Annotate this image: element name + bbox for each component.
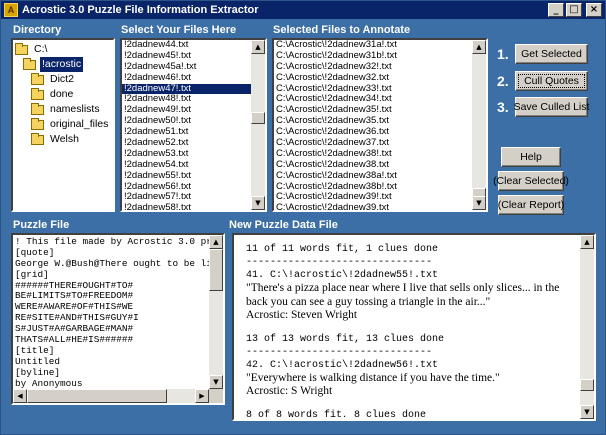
- selected-file-item[interactable]: C:\Acrostic\!2dadnew38a!.txt: [274, 170, 472, 182]
- report-line: Acrostic: Steven Wright: [246, 309, 358, 321]
- folder-icon: [31, 87, 44, 100]
- file-list-item[interactable]: !2dadnew58!.txt: [122, 202, 251, 210]
- scroll-thumb[interactable]: [209, 249, 223, 291]
- report-line: -------------------------------: [246, 346, 433, 358]
- directory-item[interactable]: Welsh: [15, 132, 111, 147]
- scroll-thumb[interactable]: [251, 112, 265, 124]
- directory-item[interactable]: original_files: [15, 117, 111, 132]
- file-list-item[interactable]: !2dadnew46!.txt: [122, 72, 251, 84]
- selected-files-label: Selected Files to Annotate: [273, 24, 411, 36]
- scroll-left-icon[interactable]: ◀: [13, 389, 27, 403]
- directory-item[interactable]: !acrostic: [15, 57, 111, 72]
- report-line: 41. C:\!acrostic\!2dadnew55!.txt: [246, 270, 439, 281]
- directory-item-label: Dict2: [50, 73, 74, 85]
- report-line: "There's a pizza place near where I live…: [246, 282, 560, 308]
- scroll-up-icon[interactable]: ▲: [209, 235, 223, 249]
- new-puzzle-data-textbox[interactable]: 11 of 11 words fit, 1 clues done --------…: [232, 233, 596, 421]
- puzzle-file-line: [grid]: [15, 268, 49, 280]
- file-list[interactable]: !2dadnew44.txt !2dadnew45!.txt !2dadnew45a…: [120, 38, 267, 212]
- close-button[interactable]: ×: [586, 3, 602, 17]
- selected-file-item[interactable]: C:\Acrostic\!2dadnew32.txt: [274, 72, 472, 84]
- report-line: 8 of 8 words fit, 8 clues done: [246, 409, 427, 418]
- save-culled-list-button[interactable]: Save Culled List: [514, 97, 589, 117]
- puzzle-file-line: by Anonymous: [15, 377, 83, 389]
- scroll-thumb[interactable]: [27, 389, 167, 403]
- directory-item-label: nameslists: [50, 103, 100, 115]
- step-3-label: 3.: [497, 99, 509, 115]
- scroll-corner: [209, 389, 223, 403]
- help-button[interactable]: Help: [501, 147, 561, 167]
- report-line: 11 of 11 words fit, 1 clues done: [246, 244, 439, 255]
- clear-selected-button[interactable]: (Clear Selected): [493, 171, 569, 191]
- puzzle-file-vscrollbar[interactable]: ▲ ▼: [209, 235, 223, 389]
- selected-file-item[interactable]: C:\Acrostic\!2dadnew39.txt: [274, 202, 472, 210]
- folder-icon: [31, 102, 44, 115]
- open-folder-icon: [23, 57, 36, 70]
- report-line: 13 of 13 words fit, 13 clues done: [246, 333, 445, 345]
- directory-item[interactable]: Dict2: [15, 72, 111, 87]
- new-puzzle-data-file-label: New Puzzle Data File: [229, 219, 338, 231]
- folder-icon: [31, 72, 44, 85]
- select-files-label: Select Your Files Here: [121, 24, 237, 36]
- file-list-item[interactable]: !2dadnew55!.txt: [122, 170, 251, 182]
- report-spacer: [246, 399, 576, 409]
- directory-tree[interactable]: C:\ !acrostic Dict2 done nameslists original_…: [11, 38, 115, 212]
- selected-files-list[interactable]: C:\Acrostic\!2dadnew31a!.txt C:\Acrostic\…: [272, 38, 488, 212]
- step-2-label: 2.: [497, 73, 509, 89]
- maximize-button[interactable]: □: [566, 3, 582, 17]
- app-icon: A: [4, 3, 18, 17]
- main-window: A Acrostic 3.0 Puzzle File Information E…: [0, 0, 606, 435]
- report-line: Acrostic: S Wright: [246, 385, 333, 397]
- scroll-up-icon[interactable]: ▲: [580, 235, 594, 249]
- get-selected-button[interactable]: Get Selected: [515, 44, 588, 64]
- minimize-button[interactable]: _: [548, 3, 564, 17]
- directory-item[interactable]: done: [15, 87, 111, 102]
- directory-item-label: original_files: [50, 118, 109, 130]
- directory-item-label: C:\: [34, 43, 48, 55]
- scroll-down-icon[interactable]: ▼: [251, 196, 265, 210]
- report-line: -------------------------------: [246, 257, 433, 268]
- puzzle-file-hscrollbar[interactable]: ◀ ▶: [13, 389, 209, 403]
- report-line: 42. C:\!acrostic\!2dadnew56!.txt: [246, 359, 439, 371]
- report-scrollbar[interactable]: ▲ ▼: [580, 235, 594, 419]
- scroll-up-icon[interactable]: ▲: [472, 40, 486, 54]
- folder-icon: [31, 132, 44, 145]
- directory-item[interactable]: nameslists: [15, 102, 111, 117]
- directory-item-label: Welsh: [50, 133, 79, 145]
- directory-item-label: done: [50, 88, 74, 100]
- title-bar[interactable]: A Acrostic 3.0 Puzzle File Information E…: [1, 1, 605, 19]
- selected-files-scrollbar[interactable]: ▲ ▼: [472, 40, 486, 210]
- scroll-up-icon[interactable]: ▲: [251, 40, 265, 54]
- directory-label: Directory: [13, 24, 62, 36]
- window-title: Acrostic 3.0 Puzzle File Information Ext…: [22, 4, 259, 16]
- puzzle-file-label: Puzzle File: [13, 219, 70, 231]
- directory-item-label: !acrostic: [40, 57, 84, 72]
- scroll-down-icon[interactable]: ▼: [209, 375, 223, 389]
- scroll-thumb[interactable]: [580, 379, 594, 391]
- puzzle-file-line: [byline]: [15, 366, 61, 378]
- report-spacer: [246, 323, 576, 333]
- directory-item[interactable]: C:\: [15, 42, 111, 57]
- scroll-down-icon[interactable]: ▼: [580, 405, 594, 419]
- puzzle-file-textbox[interactable]: ! This file made by Acrostic 3.0 program…: [11, 233, 225, 405]
- scroll-right-icon[interactable]: ▶: [195, 389, 209, 403]
- scroll-down-icon[interactable]: ▼: [472, 196, 486, 210]
- step-1-label: 1.: [497, 46, 509, 62]
- open-folder-icon: [15, 42, 28, 55]
- report-line: "Everywhere is walking distance if you h…: [246, 371, 500, 384]
- folder-icon: [31, 117, 44, 130]
- cull-quotes-button[interactable]: Cull Quotes: [515, 71, 588, 91]
- clear-report-button[interactable]: (Clear Report): [498, 195, 564, 215]
- file-list-scrollbar[interactable]: ▲ ▼: [251, 40, 265, 210]
